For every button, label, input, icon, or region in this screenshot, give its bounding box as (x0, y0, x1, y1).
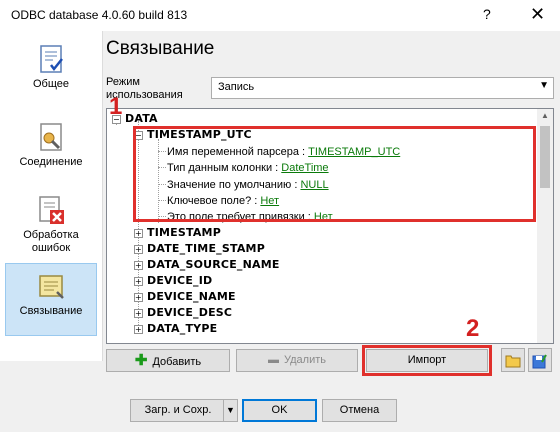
import-button-label: Импорт (407, 354, 447, 366)
sidebar-item-error-handling[interactable]: Обработка ошибок (5, 194, 97, 255)
load-save-label: Загр. и Сохр. (144, 404, 212, 416)
sidebar-item-label: Обработка ошибок (23, 229, 79, 254)
sidebar-item-label: Связывание (19, 305, 83, 317)
add-button[interactable]: ✚ Добавить (106, 349, 230, 372)
tree-node[interactable]: + DATA_TYPE (134, 321, 217, 337)
open-folder-button[interactable] (501, 348, 525, 372)
cancel-button[interactable]: Отмена (322, 399, 397, 422)
page-title: Связывание (106, 38, 215, 59)
folder-icon (505, 355, 521, 368)
tree-node-label: TIMESTAMP (147, 226, 221, 239)
expand-icon[interactable]: + (134, 308, 143, 318)
expand-icon[interactable]: + (134, 292, 143, 302)
annotation-number-2: 2 (466, 315, 480, 342)
binding-icon (39, 275, 64, 299)
tree-node-label: DATA_SOURCE_NAME (147, 258, 280, 271)
scroll-up-icon[interactable]: ▲ (541, 111, 549, 120)
close-icon[interactable]: ✕ (530, 4, 545, 25)
ok-button-label: OK (271, 404, 288, 416)
tree-node-label: DEVICE_ID (147, 274, 213, 287)
expand-icon[interactable]: + (134, 276, 143, 286)
title-bar: ODBC database 4.0.60 build 813 ? ✕ (0, 0, 560, 31)
scrollbar-thumb[interactable] (540, 126, 550, 188)
tree-node[interactable]: + DATA_SOURCE_NAME (134, 257, 280, 273)
tree-node-label: DEVICE_DESC (147, 306, 233, 319)
cancel-button-label: Отмена (339, 404, 380, 416)
tree-node-label: DATE_TIME_STAMP (147, 242, 265, 255)
delete-button-label: Удалить (284, 354, 326, 366)
sidebar-item-connection[interactable]: Соединение (5, 121, 97, 169)
expand-icon[interactable]: + (134, 228, 143, 238)
import-button[interactable]: Импорт (366, 349, 488, 372)
plus-icon: ✚ (134, 352, 148, 369)
tree-scrollbar[interactable]: ▲ (537, 109, 553, 343)
document-check-icon (40, 45, 63, 73)
mode-select[interactable]: Запись ▼ (211, 77, 554, 99)
tree-node[interactable]: + DEVICE_DESC (134, 305, 232, 321)
minus-icon: ▬ (268, 354, 279, 366)
ok-button[interactable]: OK (242, 399, 317, 422)
save-icon (532, 354, 547, 369)
mode-select-value: Запись (218, 81, 255, 93)
sidebar-item-general[interactable]: Общее (5, 43, 97, 91)
add-button-label: Добавить (152, 356, 202, 368)
tree-node-label: DATA_TYPE (147, 322, 218, 335)
error-icon (39, 196, 64, 224)
sidebar-item-binding[interactable]: Связывание (5, 263, 97, 336)
expand-icon[interactable]: + (134, 260, 143, 270)
tree-root-label: DATA (125, 112, 158, 125)
connection-icon (40, 123, 62, 151)
sidebar: Общее Соединение Обработка ошибок Связыв… (0, 31, 103, 361)
tree-node[interactable]: + DEVICE_ID (134, 273, 212, 289)
tree-node[interactable]: + TIMESTAMP (134, 225, 221, 241)
tree-node[interactable]: + DATE_TIME_STAMP (134, 241, 265, 257)
expand-icon[interactable]: + (134, 324, 143, 334)
tree-node[interactable]: + DEVICE_NAME (134, 289, 236, 305)
delete-button[interactable]: ▬ Удалить (236, 349, 358, 372)
expand-icon[interactable]: + (134, 244, 143, 254)
chevron-down-icon[interactable]: ▼ (223, 400, 237, 421)
annotation-highlight-1 (133, 126, 536, 222)
help-icon[interactable]: ? (483, 6, 491, 22)
tree-node-label: DEVICE_NAME (147, 290, 236, 303)
annotation-number-1: 1 (109, 93, 123, 120)
footer-bar: Загр. и Сохр. ▼ OK Отмена (0, 388, 560, 432)
save-button[interactable] (528, 348, 552, 372)
sidebar-item-label: Общее (32, 78, 70, 90)
load-save-button[interactable]: Загр. и Сохр. ▼ (130, 399, 238, 422)
chevron-down-icon: ▼ (539, 80, 549, 91)
sidebar-item-label: Соединение (19, 156, 83, 168)
window-title: ODBC database 4.0.60 build 813 (11, 8, 188, 22)
